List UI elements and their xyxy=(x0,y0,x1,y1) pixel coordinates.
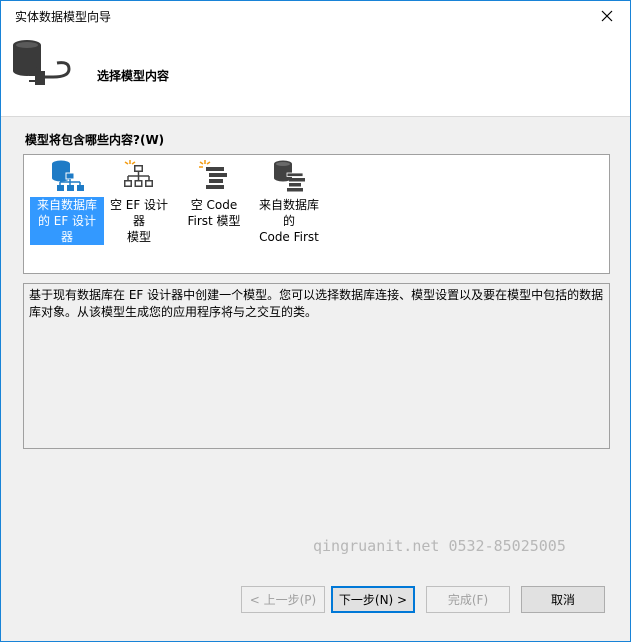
model-content-list[interactable]: 来自数据库 的 EF 设计器 空 EF 设计器 模型 空 Code First … xyxy=(23,154,610,274)
cancel-button-label: 取消 xyxy=(550,593,575,607)
list-item-empty-ef-designer[interactable]: 空 EF 设计器 模型 xyxy=(102,159,176,245)
tile-label: 来自数据库 的 EF 设计器 xyxy=(30,197,104,245)
title-bar: 实体数据模型向导 xyxy=(1,1,630,31)
list-item-ef-designer-from-database[interactable]: 来自数据库 的 EF 设计器 xyxy=(30,159,104,245)
description-text: 基于现有数据库在 EF 设计器中创建一个模型。您可以选择数据库连接、模型设置以及… xyxy=(23,283,610,449)
header-band: 选择模型内容 xyxy=(1,31,630,117)
list-item-code-first-from-database[interactable]: 来自数据库的 Code First xyxy=(252,159,326,245)
list-item-empty-code-first[interactable]: 空 Code First 模型 xyxy=(177,159,251,229)
close-icon xyxy=(601,10,613,22)
database-code-first-icon xyxy=(274,160,305,192)
database-designer-icon xyxy=(52,160,84,191)
back-button[interactable]: < 上一步(P) xyxy=(241,586,325,613)
next-button[interactable]: 下一步(N) > xyxy=(331,586,415,613)
empty-designer-icon xyxy=(124,160,153,187)
window-title: 实体数据模型向导 xyxy=(15,10,112,24)
watermark: qingruanit.net 0532-85025005 xyxy=(313,537,566,555)
finish-button[interactable]: 完成(F) xyxy=(426,586,510,613)
next-button-label: 下一步(N) > xyxy=(338,593,408,607)
finish-button-label: 完成(F) xyxy=(447,593,489,607)
tile-label: 来自数据库的 Code First xyxy=(258,198,319,244)
back-button-label: < 上一步(P) xyxy=(249,593,317,607)
close-button[interactable] xyxy=(584,1,630,31)
cancel-button[interactable]: 取消 xyxy=(521,586,605,613)
page-title: 选择模型内容 xyxy=(97,69,170,83)
tile-label: 空 EF 设计器 模型 xyxy=(109,198,169,244)
empty-code-first-icon xyxy=(199,160,227,189)
database-plug-icon xyxy=(13,40,71,85)
tile-label: 空 Code First 模型 xyxy=(187,198,241,228)
content-section-label: 模型将包含哪些内容?(W) xyxy=(25,133,165,147)
wizard-window: 实体数据模型向导 选择模型内容 模型将包含哪些内容?(W) 来自数据库 的 EF… xyxy=(0,0,631,642)
